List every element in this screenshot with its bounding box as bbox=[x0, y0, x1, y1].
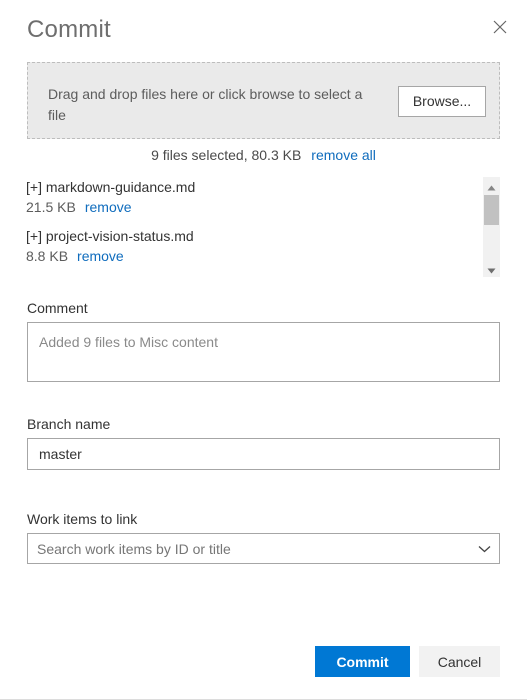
file-remove-link[interactable]: remove bbox=[85, 199, 132, 215]
file-size: 21.5 KB bbox=[26, 199, 76, 215]
list-item: [+] project-vision-status.md 8.8 KB remov… bbox=[26, 226, 483, 266]
comment-input[interactable] bbox=[27, 322, 500, 382]
remove-all-link[interactable]: remove all bbox=[311, 147, 376, 163]
comment-label: Comment bbox=[27, 300, 88, 316]
file-list[interactable]: [+] markdown-guidance.md 21.5 KB remove [… bbox=[20, 177, 483, 277]
commit-dialog: Commit Drag and drop files here or click… bbox=[0, 0, 527, 700]
file-name: [+] markdown-guidance.md bbox=[26, 179, 196, 195]
commit-button[interactable]: Commit bbox=[315, 646, 410, 677]
dialog-footer: Commit Cancel bbox=[0, 630, 527, 700]
scroll-up-button[interactable] bbox=[483, 177, 500, 194]
file-meta: 21.5 KB remove bbox=[26, 197, 483, 217]
close-button[interactable] bbox=[485, 12, 515, 42]
file-meta: 8.8 KB remove bbox=[26, 246, 483, 266]
file-name: [+] project-vision-status.md bbox=[26, 228, 194, 244]
files-summary: 9 files selected, 80.3 KB remove all bbox=[0, 147, 527, 163]
drop-zone-label: Drag and drop files here or click browse… bbox=[48, 86, 363, 123]
file-name: [+] publish-repo-to-wiki.md bbox=[26, 275, 483, 277]
browse-button[interactable]: Browse... bbox=[398, 86, 486, 117]
file-remove-link[interactable]: remove bbox=[77, 248, 124, 264]
close-icon bbox=[493, 20, 507, 34]
file-size: 8.8 KB bbox=[26, 248, 69, 264]
work-items-dropdown-button[interactable] bbox=[469, 534, 499, 563]
branch-name-input[interactable] bbox=[27, 438, 500, 470]
work-items-field bbox=[27, 533, 500, 564]
file-list-scrollbar[interactable] bbox=[483, 177, 500, 277]
dialog-header: Commit bbox=[0, 0, 527, 56]
file-drop-zone[interactable]: Drag and drop files here or click browse… bbox=[27, 62, 500, 139]
cancel-button[interactable]: Cancel bbox=[419, 646, 500, 677]
file-list-container: [+] markdown-guidance.md 21.5 KB remove [… bbox=[20, 177, 500, 277]
triangle-up-icon bbox=[487, 178, 496, 194]
work-items-label: Work items to link bbox=[27, 511, 138, 527]
files-selected-count: 9 files selected, 80.3 KB bbox=[151, 147, 302, 163]
branch-name-label: Branch name bbox=[27, 416, 111, 432]
scrollbar-thumb[interactable] bbox=[484, 195, 499, 225]
work-items-search-input[interactable] bbox=[27, 533, 500, 564]
chevron-down-icon bbox=[478, 541, 491, 556]
list-item: [+] publish-repo-to-wiki.md bbox=[26, 275, 483, 277]
page-title: Commit bbox=[27, 16, 111, 43]
triangle-down-icon bbox=[487, 261, 496, 277]
scroll-down-button[interactable] bbox=[483, 260, 500, 277]
list-item: [+] markdown-guidance.md 21.5 KB remove bbox=[26, 177, 483, 217]
